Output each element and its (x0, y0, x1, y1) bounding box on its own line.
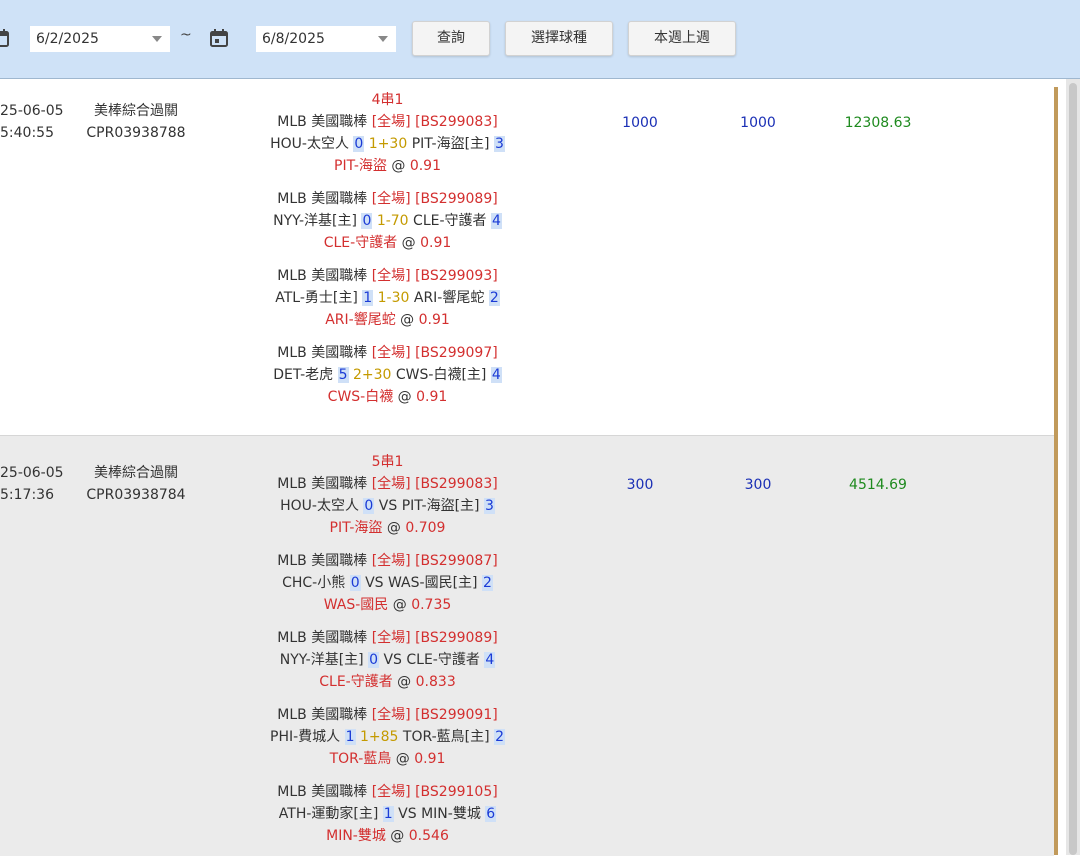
scrollbar-thumb[interactable] (1069, 83, 1077, 855)
start-date-value: 6/2/2025 (36, 31, 99, 47)
win-amount: 4514.69 (849, 477, 907, 493)
bet-datetime: 25-06-05 5:40:55 (0, 100, 70, 144)
bet-leg: MLB 美國職棒 [全場] [BS299089] NYY-洋基[主] 0 1-7… (273, 191, 502, 251)
order-id: CPR03938788 (86, 125, 186, 141)
bet-leg: MLB 美國職棒 [全場] [BS299091] PHI-費城人 1 1+85 … (270, 707, 505, 767)
bet-leg: MLB 美國職棒 [全場] [BS299087] CHC-小熊 0 VS WAS… (277, 553, 498, 613)
bet-leg: MLB 美國職棒 [全場] [BS299083] HOU-太空人 0 1+30 … (270, 114, 505, 174)
win-amount: 12308.63 (844, 115, 912, 131)
bet-date: 25-06-05 (0, 465, 64, 481)
start-date-select[interactable]: 6/2/2025 (30, 26, 170, 52)
bet-leg: MLB 美國職棒 [全場] [BS299083] HOU-太空人 0 VS PI… (277, 476, 498, 536)
week-toggle-button[interactable]: 本週上週 (628, 21, 736, 56)
filter-toolbar: 6/2/2025 ~ 6/8/2025 查詢 選擇球種 本週上週 (0, 0, 1080, 79)
chevron-down-icon (152, 36, 162, 42)
bet-kind: 美棒綜合過關 (94, 465, 178, 481)
bet-datetime: 25-06-05 5:17:36 (0, 462, 70, 506)
bet-details: 5串1 MLB 美國職棒 [全場] [BS299083] HOU-太空人 0 V… (230, 451, 545, 847)
valid-amount: 300 (744, 477, 772, 493)
query-button[interactable]: 查詢 (412, 21, 490, 56)
end-date-select[interactable]: 6/8/2025 (256, 26, 396, 52)
bet-time: 5:17:36 (0, 487, 54, 503)
bet-leg: MLB 美國職棒 [全場] [BS299105] ATH-運動家[主] 1 VS… (277, 784, 498, 844)
date-range-separator: ~ (180, 27, 192, 43)
bet-date: 25-06-05 (0, 103, 64, 119)
bet-type: 美棒綜合過關 CPR03938784 (80, 462, 192, 506)
bet-type: 美棒綜合過關 CPR03938788 (80, 100, 192, 144)
parlay-label: 4串1 (371, 92, 404, 108)
bet-leg: MLB 美國職棒 [全場] [BS299097] DET-老虎 5 2+30 C… (273, 345, 502, 405)
bet-details: 4串1 MLB 美國職棒 [全場] [BS299083] HOU-太空人 0 1… (230, 89, 545, 408)
chevron-down-icon (378, 36, 388, 42)
table-row: 25-06-05 5:40:55 美棒綜合過關 CPR03938788 4串1 … (0, 87, 1054, 435)
order-id: CPR03938784 (86, 487, 186, 503)
valid-amount: 1000 (740, 115, 776, 131)
end-date-value: 6/8/2025 (262, 31, 325, 47)
stake-amount: 300 (626, 477, 654, 493)
stake-amount: 1000 (622, 115, 658, 131)
table-row: 25-06-05 5:17:36 美棒綜合過關 CPR03938784 5串1 … (0, 435, 1054, 856)
select-sport-button[interactable]: 選擇球種 (505, 21, 613, 56)
parlay-label: 5串1 (371, 454, 404, 470)
bet-kind: 美棒綜合過關 (94, 103, 178, 119)
bet-records-table: 25-06-05 5:40:55 美棒綜合過關 CPR03938788 4串1 … (0, 79, 1080, 856)
bet-time: 5:40:55 (0, 125, 54, 141)
calendar-icon[interactable] (0, 28, 10, 48)
calendar-icon[interactable] (209, 28, 229, 48)
row-accent-bar (1054, 87, 1058, 855)
bet-leg: MLB 美國職棒 [全場] [BS299089] NYY-洋基[主] 0 VS … (277, 630, 498, 690)
bet-leg: MLB 美國職棒 [全場] [BS299093] ATL-勇士[主] 1 1-3… (275, 268, 500, 328)
